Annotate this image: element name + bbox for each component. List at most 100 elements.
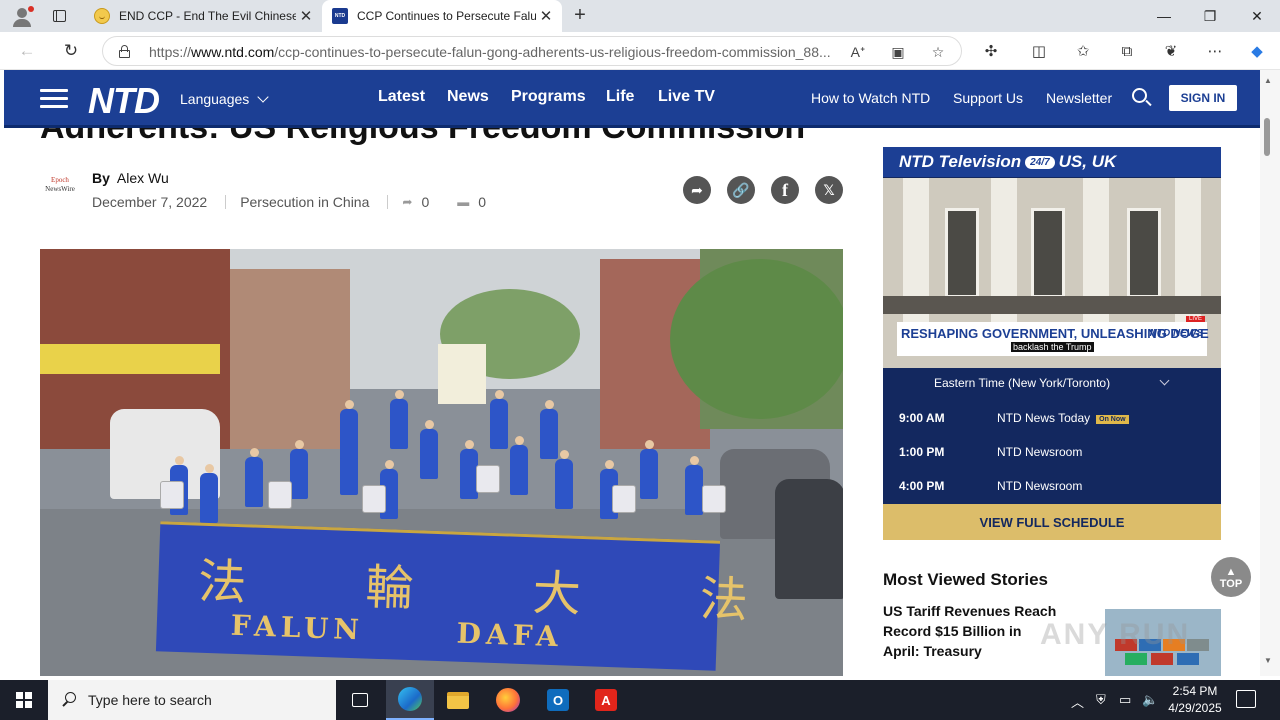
close-tab-icon[interactable]: ✕ xyxy=(296,7,316,25)
author-link[interactable]: Alex Wu xyxy=(117,170,169,186)
tv-widget-title[interactable]: NTD Television 24/7 US, UK xyxy=(883,147,1221,177)
nav-support-us[interactable]: Support Us xyxy=(953,90,1023,106)
tab-actions-icon[interactable] xyxy=(48,6,70,26)
timezone-select[interactable]: Eastern Time (New York/Toronto) xyxy=(883,368,1221,398)
new-tab-button[interactable]: + xyxy=(568,4,592,28)
on-now-badge: On Now xyxy=(1096,415,1129,424)
banner-word-falun: FALUN xyxy=(230,608,365,647)
split-screen-icon[interactable]: ◫ xyxy=(1028,41,1050,61)
share-arrow-icon: ➦ xyxy=(402,195,413,209)
ntd-news-logo: NTD NEWS xyxy=(1149,328,1203,339)
refresh-button[interactable]: ↻ xyxy=(58,39,84,63)
lock-icon[interactable] xyxy=(119,45,130,58)
back-to-top-button[interactable]: ▲ TOP xyxy=(1211,557,1251,597)
ntd-tv-widget: NTD Television 24/7 US, UK RESHAPING GOVER… xyxy=(883,147,1221,540)
copilot-icon[interactable]: ◆ xyxy=(1246,41,1268,61)
chevron-down-icon xyxy=(257,91,269,103)
system-clock[interactable]: 2:54 PM 4/29/2025 xyxy=(1164,683,1226,717)
search-placeholder: Type here to search xyxy=(88,692,212,708)
badge-247: 24/7 xyxy=(1025,156,1055,169)
browser-tab-endccp[interactable]: END CCP - End The Evil Chinese ✕ xyxy=(84,0,322,32)
firefox-icon[interactable] xyxy=(484,680,532,720)
taskbar-search-box[interactable]: Type here to search xyxy=(48,680,336,720)
immersive-reader-icon[interactable]: ▣ xyxy=(887,42,909,62)
edge-browser-icon[interactable] xyxy=(386,680,434,720)
byline: By Alex Wu xyxy=(92,170,169,186)
x-twitter-icon[interactable]: 𝕏 xyxy=(815,176,843,204)
comment-icon[interactable]: ▬ xyxy=(457,195,469,209)
article-photo[interactable]: 法 輪 大 法 FALUN DAFA xyxy=(40,249,843,676)
favorite-star-icon[interactable]: ☆ xyxy=(927,42,949,62)
anyrun-watermark: ANY RUN xyxy=(1040,618,1191,651)
story-link[interactable]: US Tariff Revenues Reach Record $15 Bill… xyxy=(883,601,1059,661)
view-full-schedule-button[interactable]: VIEW FULL SCHEDULE xyxy=(883,504,1221,540)
browser-tab-ntd[interactable]: NTD CCP Continues to Persecute Falu ✕ xyxy=(322,0,562,32)
falun-dafa-banner: 法 輪 大 法 FALUN DAFA xyxy=(155,521,801,671)
nav-latest[interactable]: Latest xyxy=(378,88,425,106)
settings-more-icon[interactable]: ⋯ xyxy=(1204,41,1226,61)
share-count: 0 xyxy=(421,194,430,210)
scroll-up-icon[interactable]: ▲ xyxy=(1264,76,1272,85)
volume-icon[interactable]: 🔈 xyxy=(1142,692,1158,708)
nav-life[interactable]: Life xyxy=(606,88,634,106)
category-link[interactable]: Persecution in China xyxy=(240,194,369,210)
close-tab-icon[interactable]: ✕ xyxy=(536,7,556,25)
back-button[interactable]: ← xyxy=(14,39,40,63)
sign-in-button[interactable]: SIGN IN xyxy=(1169,85,1237,111)
task-view-icon[interactable] xyxy=(336,680,384,720)
news-chyron: RESHAPING GOVERNMENT, UNLEASHING DOGE ba… xyxy=(897,316,1209,356)
favorites-icon[interactable]: ✩ xyxy=(1072,41,1094,61)
chevron-down-icon xyxy=(1159,375,1170,386)
profile-avatar-icon[interactable] xyxy=(8,4,36,28)
file-explorer-icon[interactable] xyxy=(434,680,482,720)
schedule-row: 1:00 PM NTD Newsroom xyxy=(899,445,1083,459)
schedule-row: 4:00 PM NTD Newsroom xyxy=(899,479,1083,493)
performance-icon[interactable]: ❦ xyxy=(1160,41,1182,61)
network-icon[interactable]: ▭ xyxy=(1119,692,1131,708)
tab-title: END CCP - End The Evil Chinese xyxy=(119,9,296,23)
copy-link-icon[interactable]: 🔗 xyxy=(727,176,755,204)
windows-logo-icon xyxy=(16,692,32,708)
scroll-down-icon[interactable]: ▼ xyxy=(1264,656,1272,665)
article-meta: December 7, 2022 Persecution in China ➦ … xyxy=(92,194,486,210)
read-aloud-icon[interactable]: Aᐩ xyxy=(847,42,869,62)
start-button[interactable] xyxy=(0,680,48,720)
share-icon[interactable]: ➦ xyxy=(683,176,711,204)
chyron-subtitle: backlash the Trump xyxy=(1011,342,1094,352)
page-scrollbar[interactable]: ▲ ▼ xyxy=(1260,70,1280,676)
facebook-icon[interactable]: f xyxy=(771,176,799,204)
live-video-player[interactable]: RESHAPING GOVERNMENT, UNLEASHING DOGE ba… xyxy=(883,178,1221,368)
minimize-button[interactable]: — xyxy=(1141,0,1187,32)
collections-icon[interactable]: ⧉ xyxy=(1116,41,1138,61)
site-header: NTD Languages Latest News Programs Life … xyxy=(4,70,1260,128)
scrollbar-thumb[interactable] xyxy=(1264,118,1270,156)
nav-newsletter[interactable]: Newsletter xyxy=(1046,90,1112,106)
browser-tab-strip: END CCP - End The Evil Chinese ✕ NTD CCP… xyxy=(0,0,1280,32)
nav-live-tv[interactable]: Live TV xyxy=(658,88,715,106)
search-icon[interactable] xyxy=(1132,88,1152,108)
ntd-logo[interactable]: NTD xyxy=(88,80,160,122)
close-window-button[interactable]: ✕ xyxy=(1234,0,1280,32)
windows-taskbar: Type here to search O A ︿ ⛨ ▭ 🔈 2:54 PM … xyxy=(0,680,1280,720)
by-label: By xyxy=(92,170,110,186)
source-logo: Epoch NewsWire xyxy=(45,176,75,193)
comment-count: 0 xyxy=(478,194,487,210)
address-bar[interactable]: https://www.ntd.com/ccp-continues-to-per… xyxy=(102,36,962,66)
article-date: December 7, 2022 xyxy=(92,194,208,210)
languages-dropdown[interactable]: Languages xyxy=(180,91,269,107)
banner-word-dafa: DAFA xyxy=(456,616,564,654)
web-page: Adherents: US Religious Freedom Commissi… xyxy=(4,70,1260,676)
schedule-row: 9:00 AM NTD News Today On Now xyxy=(883,401,1221,435)
restore-button[interactable]: ❐ xyxy=(1187,0,1233,32)
tray-overflow-icon[interactable]: ︿ xyxy=(1071,692,1084,711)
acrobat-reader-icon[interactable]: A xyxy=(582,680,630,720)
nav-programs[interactable]: Programs xyxy=(511,88,586,106)
extensions-icon[interactable]: ✣ xyxy=(980,41,1002,61)
notifications-icon[interactable] xyxy=(1236,690,1256,708)
nav-how-to-watch[interactable]: How to Watch NTD xyxy=(811,90,930,106)
nav-news[interactable]: News xyxy=(447,88,489,106)
outlook-icon[interactable]: O xyxy=(534,680,582,720)
menu-icon[interactable] xyxy=(40,89,68,109)
security-icon[interactable]: ⛨ xyxy=(1096,692,1106,708)
url-text[interactable]: https://www.ntd.com/ccp-continues-to-per… xyxy=(149,44,839,60)
